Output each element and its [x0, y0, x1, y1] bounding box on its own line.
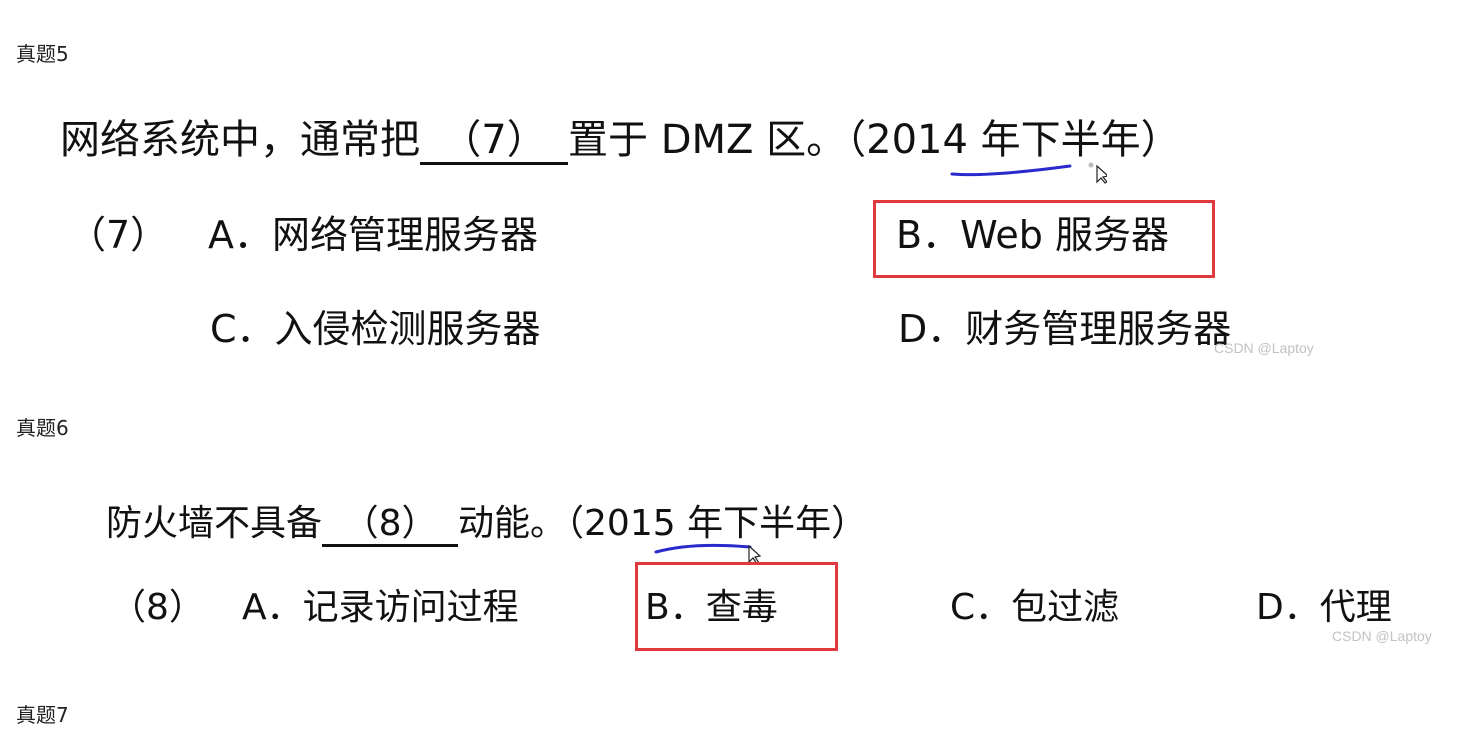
question-slide-6: 防火墙不具备 （8） 动能。（2015 年下半年） （8） A．记录访问过程 B．查… [0, 0, 1471, 737]
option-text: 记录访问过程 [302, 587, 519, 628]
question-blank: （8） [322, 506, 459, 547]
option-c[interactable]: C．包过滤 [950, 590, 1119, 626]
option-group-label-8: （8） [110, 587, 205, 628]
question-text-after: 动能。（2015 年下半年） [458, 503, 868, 544]
section-heading-7: 真题7 [16, 703, 69, 727]
option-letter: C． [950, 587, 1012, 628]
option-letter: D． [1256, 587, 1320, 628]
watermark: CSDN @Laptoy [1332, 628, 1432, 644]
option-text: 代理 [1319, 587, 1392, 628]
option-a[interactable]: A．记录访问过程 [242, 590, 519, 626]
answer-highlight-box [635, 562, 838, 651]
option-letter: A． [242, 587, 303, 628]
question-text-before: 防火墙不具备 [106, 503, 323, 544]
option-d[interactable]: D．代理 [1256, 590, 1392, 626]
option-text: 包过滤 [1011, 587, 1120, 628]
